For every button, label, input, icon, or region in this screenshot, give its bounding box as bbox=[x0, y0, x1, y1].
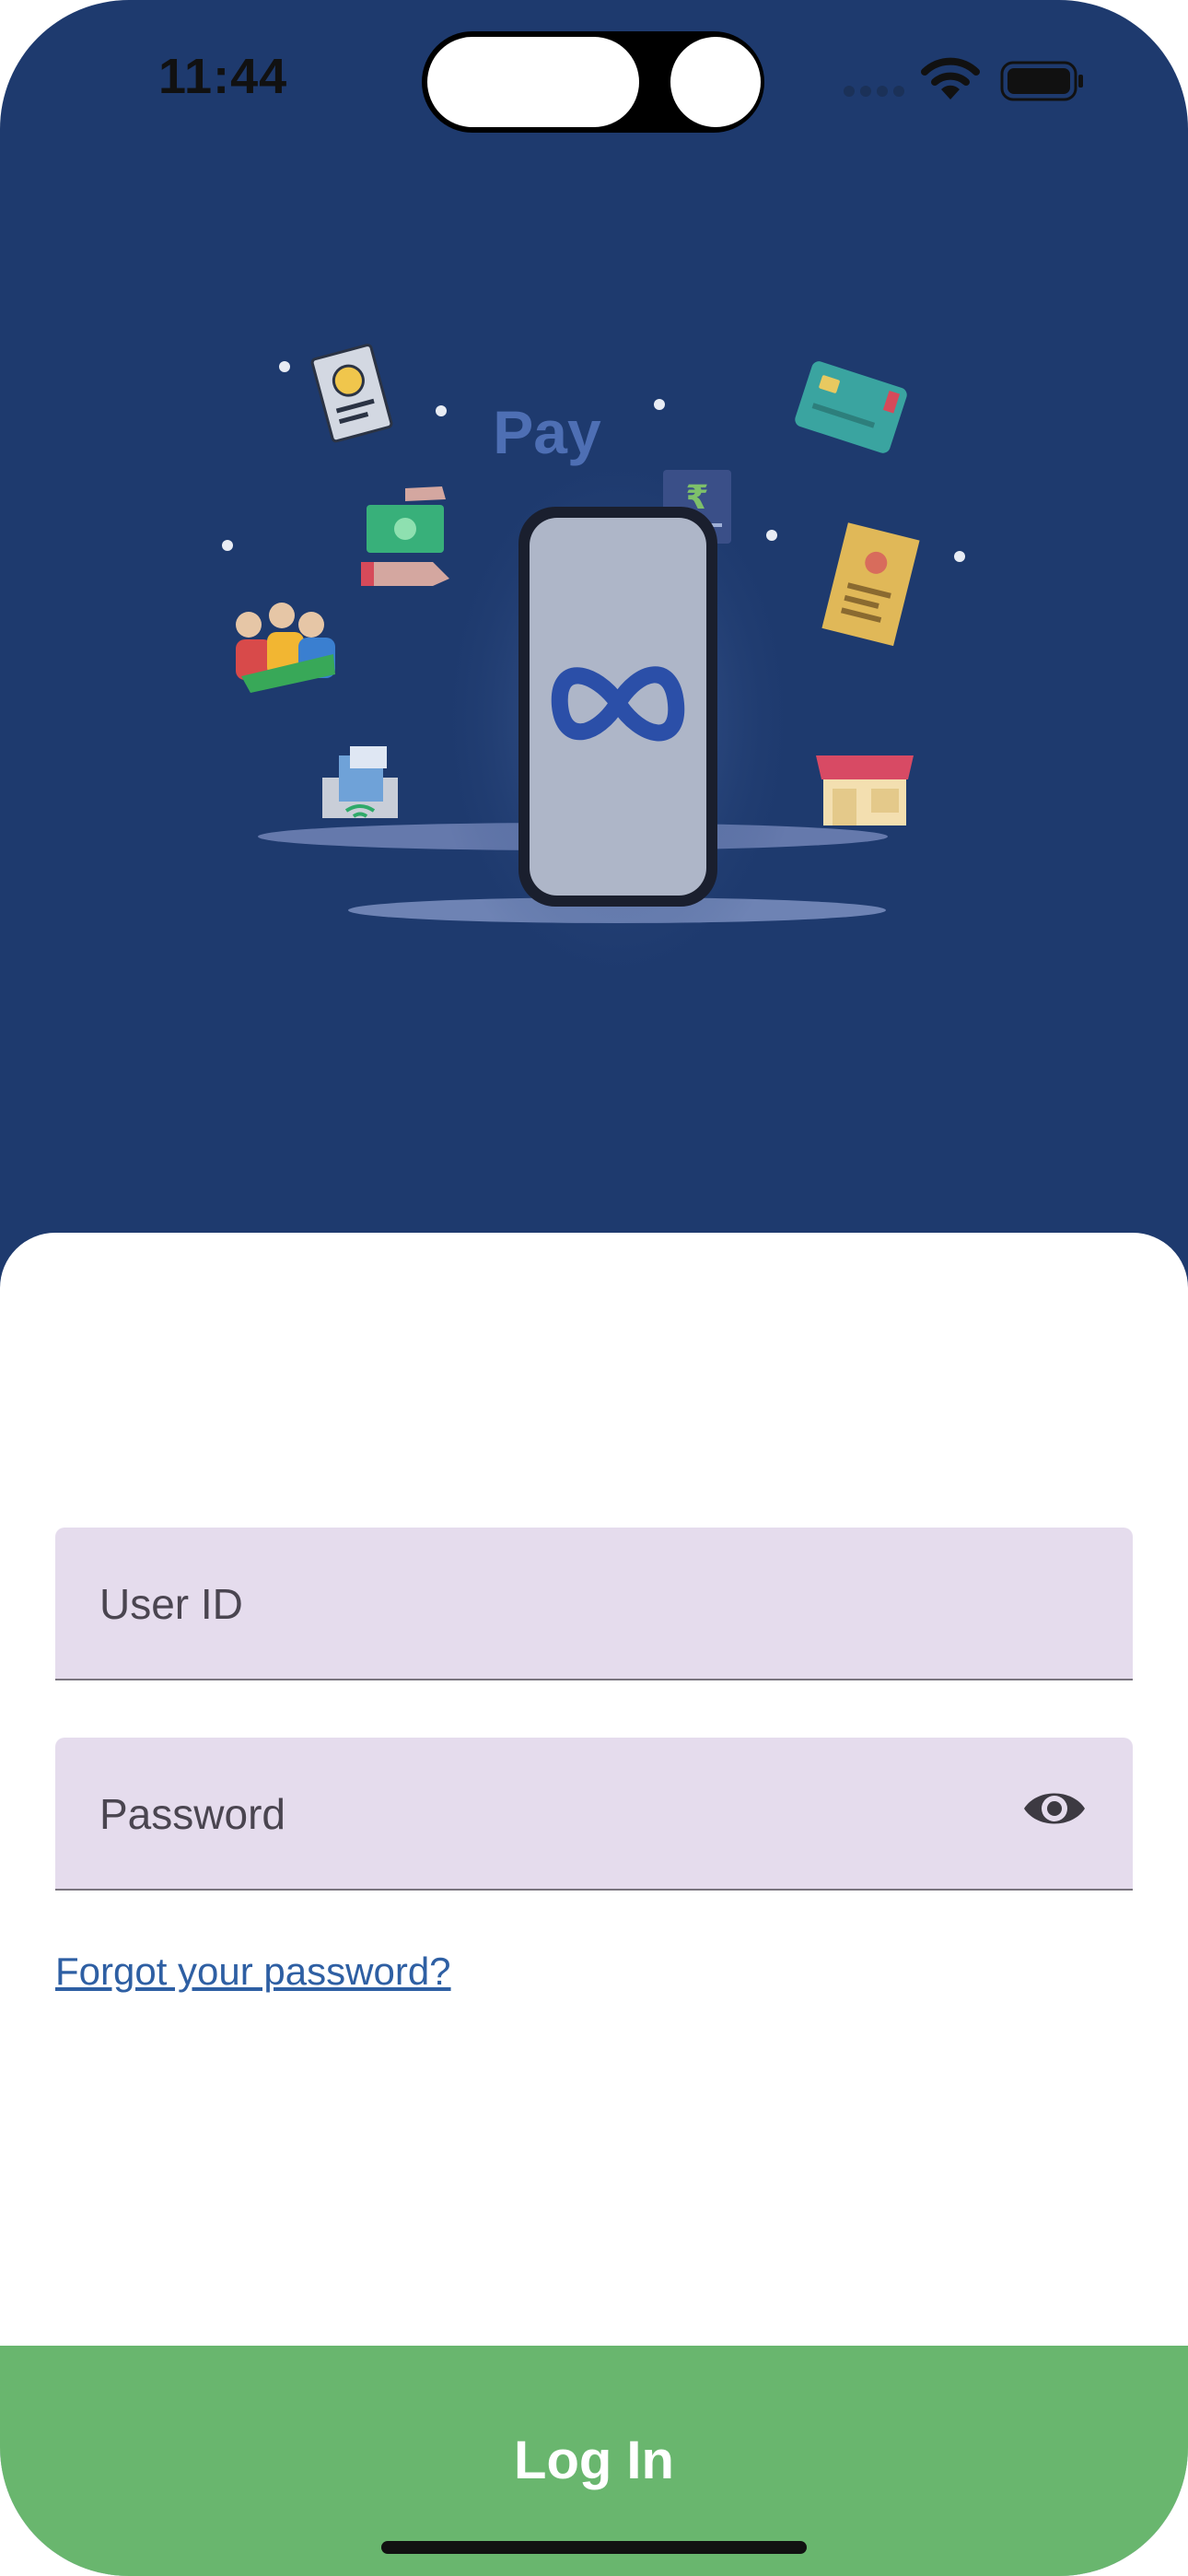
money-handoff-icon bbox=[361, 486, 449, 586]
user-id-label: User ID bbox=[99, 1580, 243, 1628]
group-of-people-icon bbox=[236, 603, 335, 693]
battery-icon bbox=[1000, 61, 1083, 101]
password-field[interactable]: Password bbox=[55, 1738, 1133, 1891]
status-time: 11:44 bbox=[158, 49, 288, 104]
password-label: Password bbox=[99, 1790, 285, 1838]
eye-icon[interactable] bbox=[1022, 1786, 1087, 1832]
home-indicator[interactable] bbox=[381, 2541, 807, 2554]
storefront-icon bbox=[816, 755, 914, 825]
pay-text: Pay bbox=[493, 398, 601, 466]
status-bar: 11:44 bbox=[0, 0, 1188, 166]
dynamic-island bbox=[422, 31, 764, 133]
phone-with-infinity-logo bbox=[518, 507, 717, 907]
id-document-icon bbox=[821, 522, 920, 647]
user-id-field[interactable]: User ID bbox=[55, 1528, 1133, 1680]
forgot-password-link[interactable]: Forgot your password? bbox=[55, 1950, 451, 1994]
wifi-icon bbox=[921, 57, 980, 100]
login-screen: 11:44 Pay ₹ User ID Password Forgot your… bbox=[0, 0, 1188, 2576]
cellular-dots-icon bbox=[844, 85, 910, 101]
bank-card-icon bbox=[795, 361, 907, 453]
hero-illustration: Pay ₹ bbox=[0, 166, 1188, 1235]
rupee-receipt-icon bbox=[310, 344, 393, 443]
pos-terminal-icon bbox=[322, 746, 398, 818]
